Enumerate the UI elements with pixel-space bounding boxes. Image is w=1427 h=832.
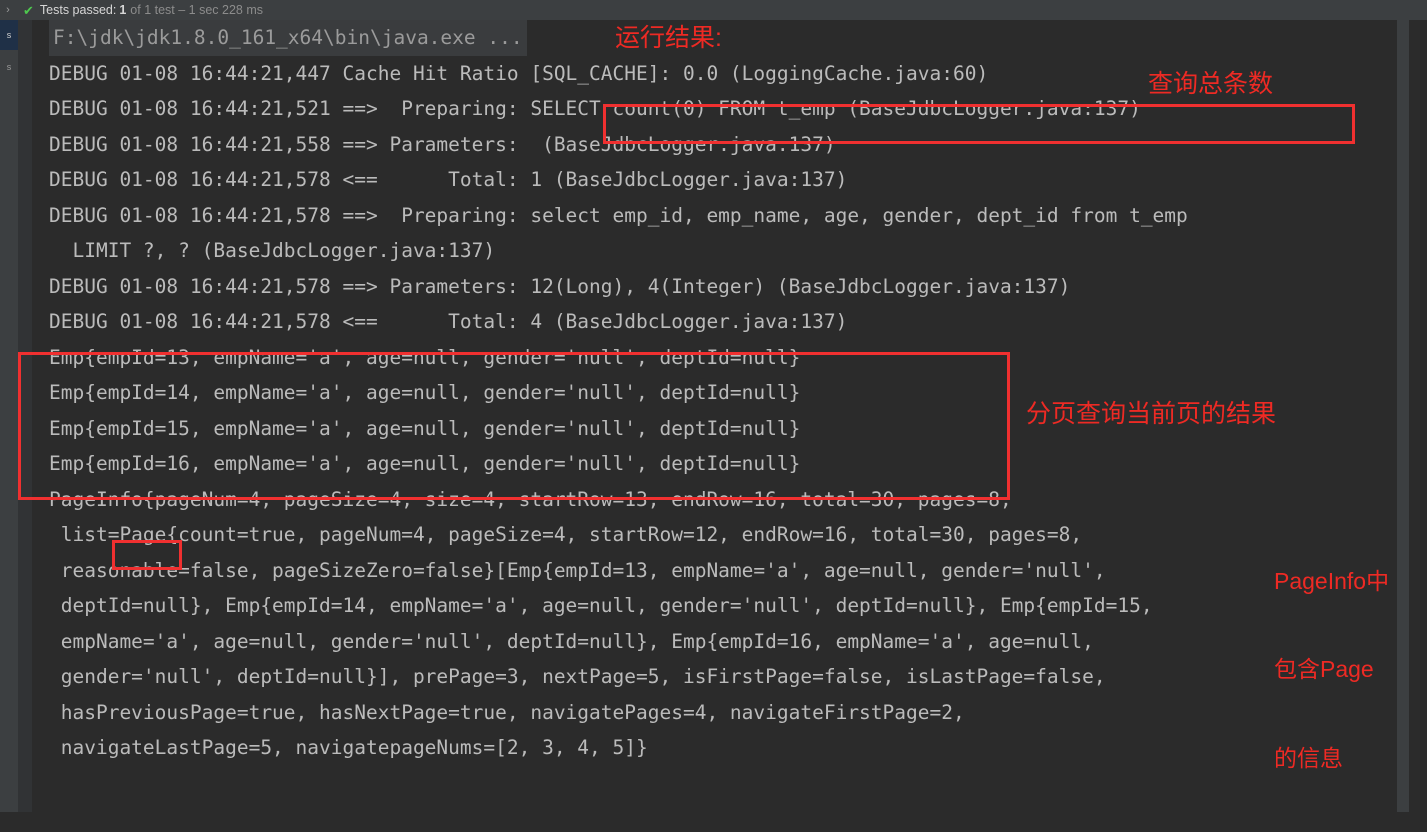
annotation-pageinfo-line-1: PageInfo中 [1274, 567, 1390, 594]
console-line: Emp{empId=13, empName='a', age=null, gen… [49, 345, 801, 369]
check-mark-icon: ✔ [23, 2, 34, 18]
console-line: hasPreviousPage=true, hasNextPage=true, … [49, 700, 965, 724]
tests-passed-label: Tests passed: [39, 3, 117, 17]
left-tool-sidebar: s s [0, 20, 18, 812]
console-scrollbar[interactable] [1397, 20, 1409, 812]
console-line: DEBUG 01-08 16:44:21,578 ==> Preparing: … [49, 203, 1188, 227]
test-status-bar: › ✔ Tests passed: 1 of 1 test – 1 sec 22… [0, 0, 1427, 20]
annotation-total-count: 查询总条数 [1148, 70, 1274, 98]
sidebar-tab-2[interactable]: s [0, 52, 18, 82]
console-line: Emp{empId=16, empName='a', age=null, gen… [49, 452, 801, 475]
console-line: empName='a', age=null, gender='null', de… [49, 629, 1094, 653]
annotation-pageinfo-line-3: 的信息 [1274, 744, 1343, 771]
tests-duration-label: of 1 test – 1 sec 228 ms [130, 3, 264, 17]
console-line: DEBUG 01-08 16:44:21,578 <== Total: 1 (B… [49, 168, 848, 191]
annotation-pageinfo-contains-page: PageInfo中 包含Page 的信息 [1274, 508, 1389, 832]
console-line: deptId=null}, Emp{empId=14, empName='a',… [49, 594, 1153, 617]
console-line: PageInfo{pageNum=4, pageSize=4, size=4, … [49, 487, 1012, 511]
ide-run-console-window: › ✔ Tests passed: 1 of 1 test – 1 sec 22… [0, 0, 1427, 812]
annotation-pageinfo-line-2: 包含Page [1274, 656, 1374, 683]
console-line-list: F:\jdk\jdk1.8.0_161_x64\bin\java.exe ...… [32, 20, 1415, 766]
annotation-paging-result: 分页查询当前页的结果 [1026, 400, 1277, 428]
console-line: DEBUG 01-08 16:44:21,578 <== Total: 4 (B… [49, 310, 848, 333]
console-line: DEBUG 01-08 16:44:21,578 ==> Parameters:… [49, 274, 1071, 298]
tests-passed-count: 1 [119, 3, 127, 17]
chevron-right-icon[interactable]: › [1, 4, 15, 16]
console-fold-gutter [18, 20, 32, 812]
sidebar-tab-2-label: s [6, 62, 12, 72]
console-line: LIMIT ?, ? (BaseJdbcLogger.java:137) [49, 239, 496, 262]
console-line: reasonable=false, pageSizeZero=false}[Em… [49, 558, 1106, 582]
console-command-line: F:\jdk\jdk1.8.0_161_x64\bin\java.exe ... [49, 20, 527, 56]
console-line: list=Page{count=true, pageNum=4, pageSiz… [49, 523, 1083, 546]
annotation-run-result: 运行结果: [615, 24, 722, 52]
console-line: gender='null', deptId=null}], prePage=3,… [49, 665, 1106, 688]
console-line: DEBUG 01-08 16:44:21,558 ==> Parameters:… [49, 132, 836, 156]
sidebar-tab-1[interactable]: s [0, 20, 18, 50]
console-line: navigateLastPage=5, navigatepageNums=[2,… [49, 736, 648, 759]
console-line: F:\jdk\jdk1.8.0_161_x64\bin\java.exe ... [32, 20, 1415, 56]
sidebar-tab-1-label: s [6, 30, 12, 40]
